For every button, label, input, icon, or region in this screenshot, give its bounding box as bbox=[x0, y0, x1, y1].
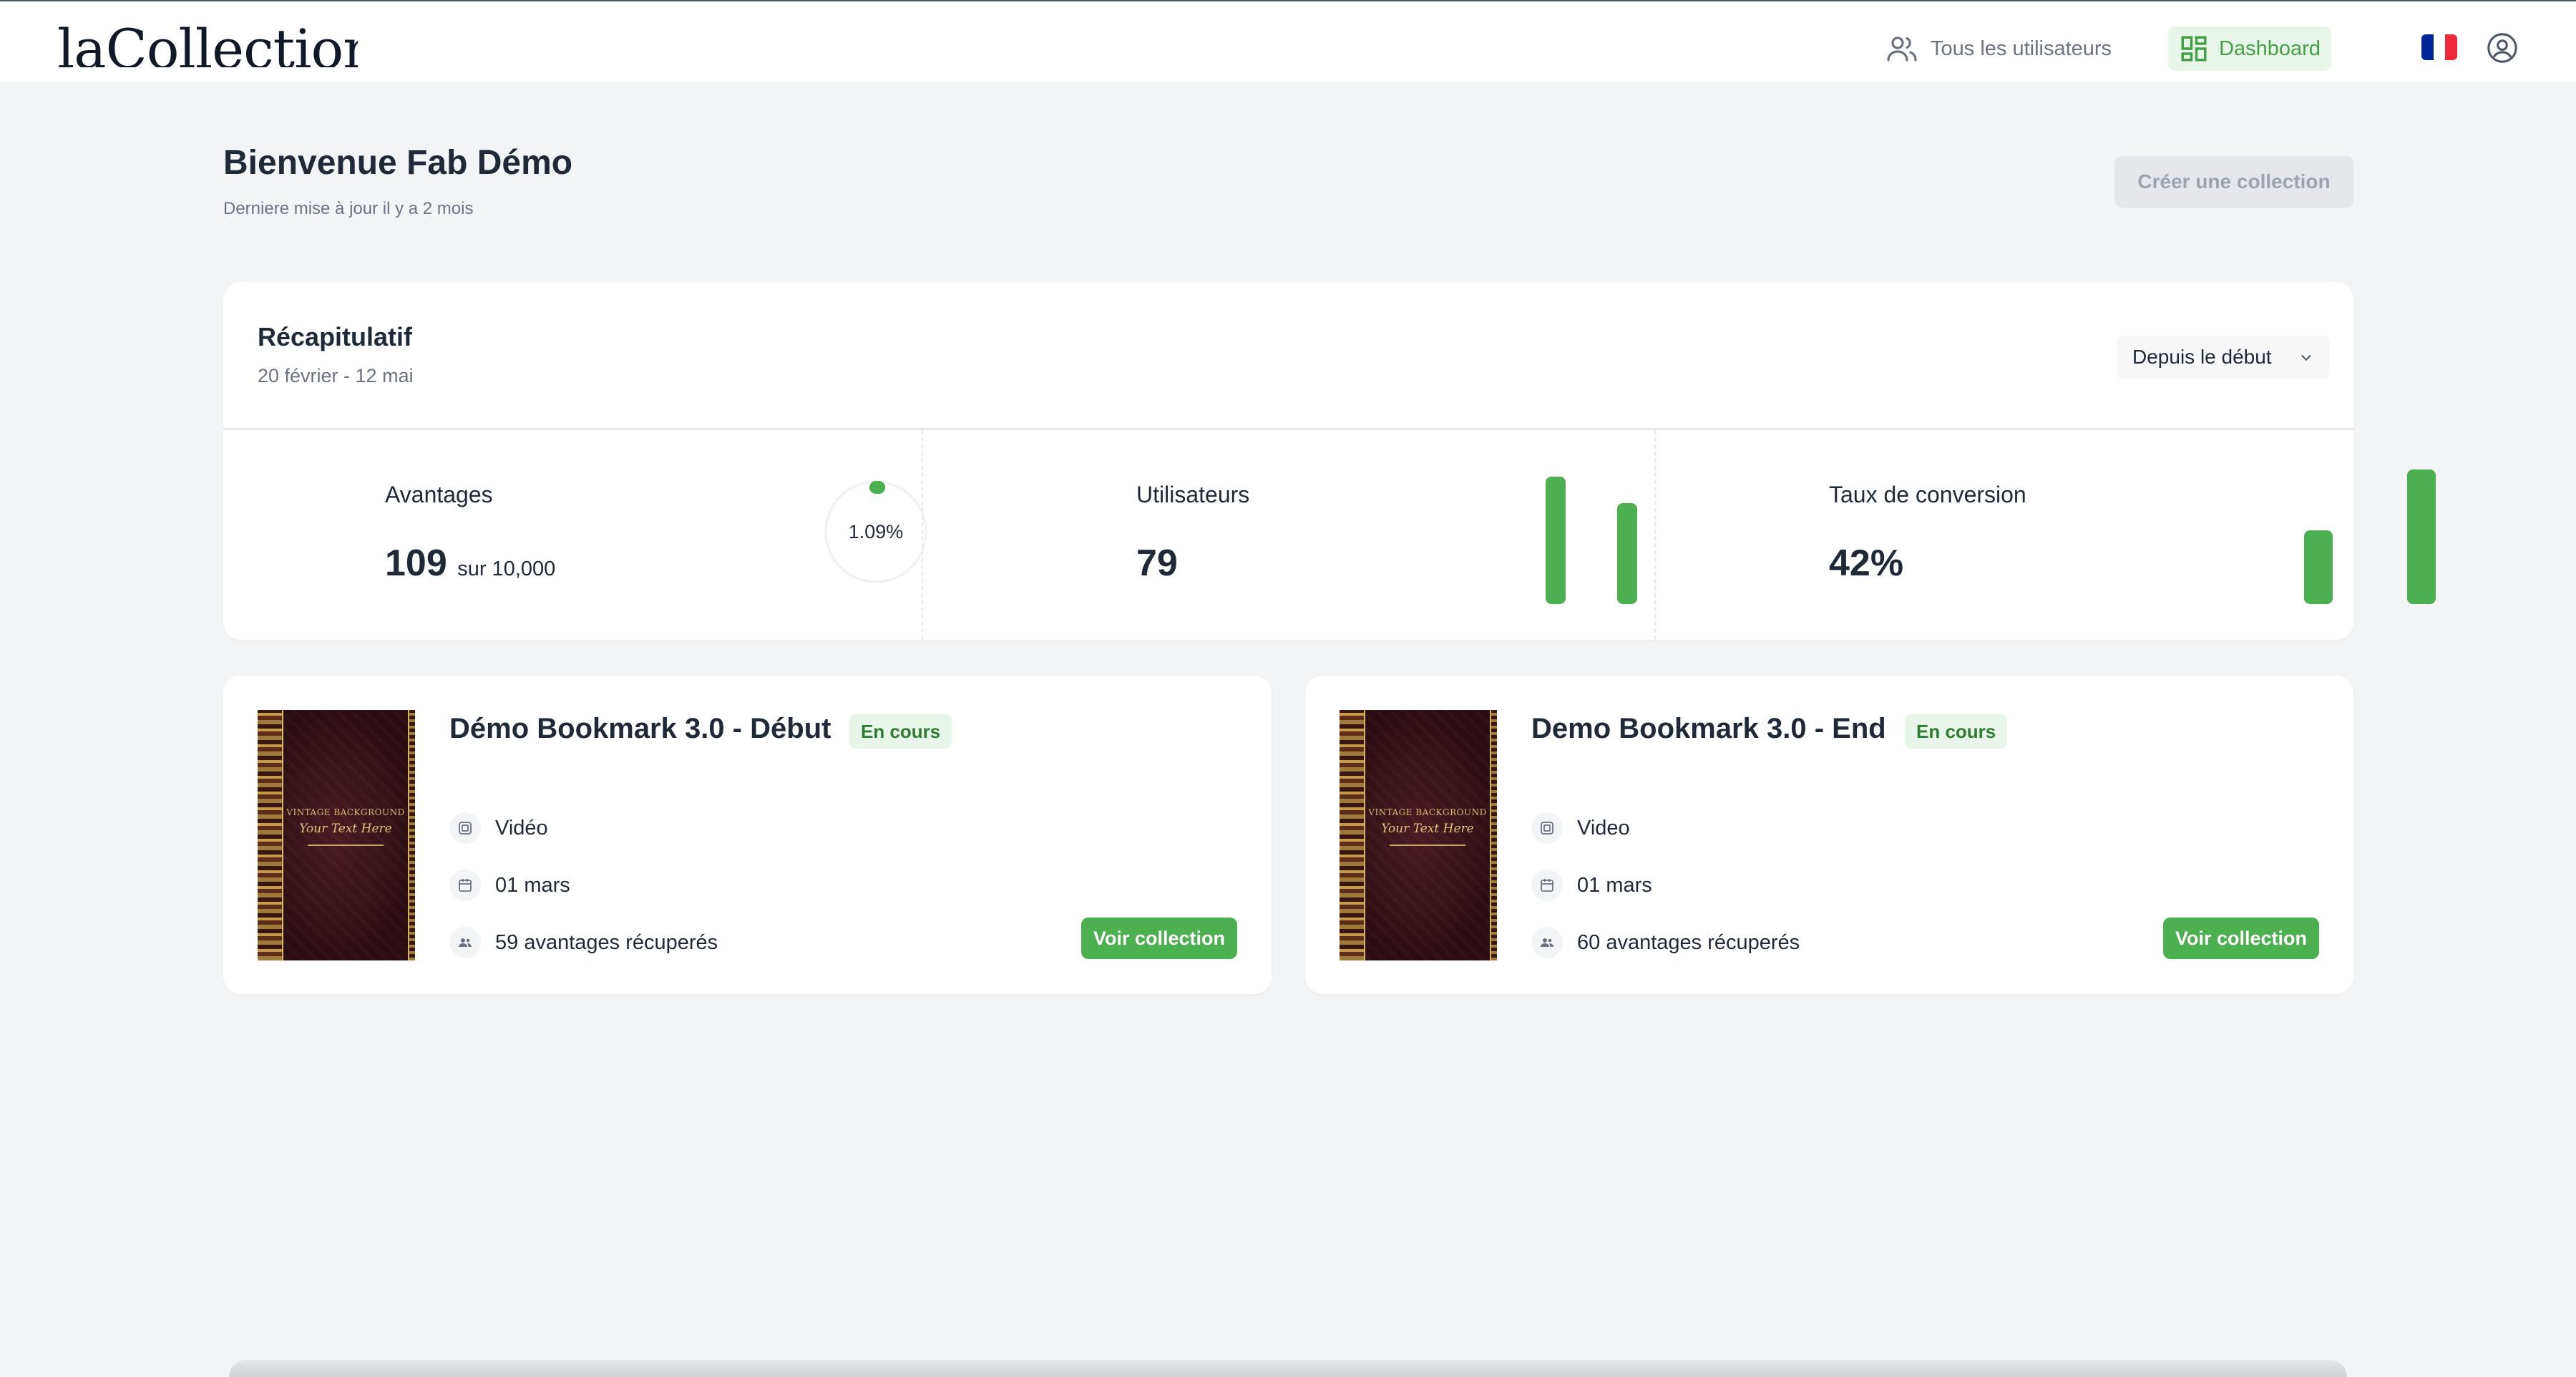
collection-perks-label: 59 avantages récuperés bbox=[495, 930, 718, 954]
video-icon bbox=[449, 812, 481, 844]
collection-card: VINTAGE BACKGROUND Your Text Here Démo B… bbox=[223, 676, 1272, 994]
flag-stripe-red bbox=[2445, 34, 2457, 60]
collection-type-label: Vidéo bbox=[495, 816, 548, 840]
bottom-panel-edge bbox=[229, 1360, 2347, 1377]
collection-cover-image: VINTAGE BACKGROUND Your Text Here bbox=[258, 710, 415, 960]
status-badge: En cours bbox=[1905, 714, 2008, 749]
cover-title-text: VINTAGE BACKGROUND bbox=[1368, 807, 1487, 817]
nav-all-users-label: Tous les utilisateurs bbox=[1931, 37, 2112, 60]
stat-perks-total: sur 10,000 bbox=[457, 558, 556, 580]
collection-card: VINTAGE BACKGROUND Your Text Here Demo B… bbox=[1305, 676, 2353, 994]
collection-date: 01 mars bbox=[449, 869, 570, 902]
stat-conversion: Taux de conversion 42% bbox=[1654, 430, 2436, 640]
perks-progress-percent: 1.09% bbox=[848, 520, 904, 542]
collection-type: Vidéo bbox=[449, 812, 548, 845]
collection-title[interactable]: Démo Bookmark 3.0 - Début bbox=[449, 713, 831, 745]
summary-date-range: 20 février - 12 mai bbox=[258, 365, 414, 386]
top-navigation: laCollection Tous les utilisateurs Dashb… bbox=[0, 0, 2576, 82]
dashboard-icon bbox=[2181, 36, 2207, 62]
summary-title: Récapitulatif bbox=[258, 322, 413, 351]
user-circle-icon bbox=[2487, 33, 2517, 63]
summary-card: Récapitulatif 20 février - 12 mai Depuis… bbox=[223, 282, 2436, 640]
mini-chart-bar bbox=[2407, 469, 2436, 604]
collection-perks: 60 avantages récuperés bbox=[1531, 926, 1800, 959]
cover-ornament-strip bbox=[408, 710, 415, 960]
view-collection-button[interactable]: Voir collection bbox=[1081, 918, 1237, 959]
mini-chart-bar bbox=[1546, 477, 1566, 604]
stat-users-label: Utilisateurs bbox=[1136, 482, 1250, 507]
language-flag-fr[interactable] bbox=[2421, 34, 2457, 60]
stat-perks-number: 109 bbox=[385, 542, 447, 584]
page-title: Bienvenue Fab Démo bbox=[223, 144, 573, 182]
cover-ornament-strip bbox=[1490, 710, 1497, 960]
collection-type: Video bbox=[1531, 812, 1630, 845]
stat-perks: Avantages 109 sur 10,000 1.09% bbox=[223, 430, 927, 640]
view-collection-button[interactable]: Voir collection bbox=[2163, 918, 2319, 959]
perks-progress-ring: 1.09% bbox=[823, 479, 929, 585]
nav-dashboard-label: Dashboard bbox=[2219, 37, 2321, 60]
stat-conversion-value: 42% bbox=[1829, 542, 1904, 584]
calendar-icon bbox=[449, 870, 481, 901]
cover-subtitle-text: Your Text Here bbox=[1381, 822, 1474, 836]
create-collection-button[interactable]: Créer une collection bbox=[2114, 156, 2353, 208]
status-badge: En cours bbox=[849, 714, 952, 749]
cover-subtitle-text: Your Text Here bbox=[299, 822, 392, 836]
period-select[interactable]: Depuis le début bbox=[2117, 336, 2330, 379]
mini-chart-bar bbox=[1617, 503, 1637, 604]
cover-title-text: VINTAGE BACKGROUND bbox=[286, 807, 405, 817]
chevron-down-icon bbox=[2301, 355, 2311, 361]
collection-title[interactable]: Demo Bookmark 3.0 - End bbox=[1531, 713, 1886, 745]
stat-perks-label: Avantages bbox=[385, 482, 493, 507]
stat-users: Utilisateurs 79 bbox=[922, 430, 1654, 640]
collection-date: 01 mars bbox=[1531, 869, 1652, 902]
app-logo[interactable]: laCollection bbox=[57, 7, 358, 67]
users-small-icon bbox=[1531, 927, 1563, 958]
collection-perks: 59 avantages récuperés bbox=[449, 926, 718, 959]
users-icon bbox=[1887, 37, 1917, 62]
stat-users-value: 79 bbox=[1136, 542, 1178, 584]
cover-ornament-line bbox=[1390, 845, 1465, 846]
profile-menu[interactable] bbox=[2486, 31, 2519, 64]
collection-type-label: Video bbox=[1577, 816, 1630, 840]
flag-stripe-white bbox=[2433, 34, 2446, 60]
collection-perks-label: 60 avantages récuperés bbox=[1577, 930, 1800, 954]
period-select-value: Depuis le début bbox=[2132, 346, 2272, 368]
mini-chart-bar bbox=[2304, 530, 2333, 604]
cover-ornament-strip bbox=[1340, 710, 1365, 960]
nav-all-users[interactable]: Tous les utilisateurs bbox=[1885, 29, 2112, 69]
video-icon bbox=[1531, 812, 1563, 844]
stat-perks-value: 109 sur 10,000 bbox=[385, 542, 555, 585]
users-small-icon bbox=[449, 927, 481, 958]
collection-cover-image: VINTAGE BACKGROUND Your Text Here bbox=[1340, 710, 1497, 960]
flag-stripe-blue bbox=[2421, 34, 2434, 60]
last-update-text: Derniere mise à jour il y a 2 mois bbox=[223, 199, 474, 218]
nav-dashboard[interactable]: Dashboard bbox=[2168, 26, 2331, 71]
stat-conversion-label: Taux de conversion bbox=[1829, 482, 2026, 507]
collection-date-label: 01 mars bbox=[495, 873, 570, 897]
calendar-icon bbox=[1531, 870, 1563, 901]
cover-ornament-strip bbox=[258, 710, 283, 960]
collection-date-label: 01 mars bbox=[1577, 873, 1652, 897]
cover-ornament-line bbox=[308, 845, 384, 846]
